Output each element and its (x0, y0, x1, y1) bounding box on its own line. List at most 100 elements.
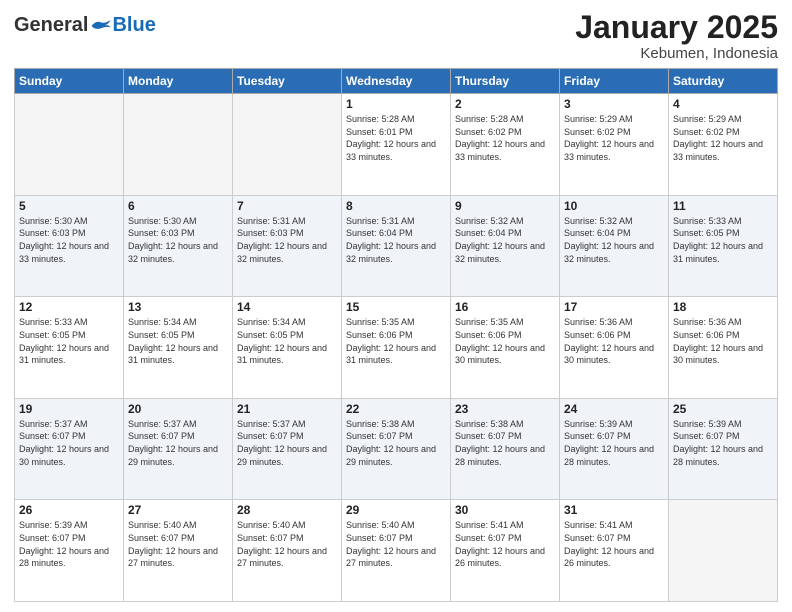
day-number: 8 (346, 199, 446, 213)
day-number: 25 (673, 402, 773, 416)
day-info: Sunrise: 5:34 AMSunset: 6:05 PMDaylight:… (237, 316, 337, 366)
day-info: Sunrise: 5:31 AMSunset: 6:04 PMDaylight:… (346, 215, 446, 265)
day-info: Sunrise: 5:39 AMSunset: 6:07 PMDaylight:… (673, 418, 773, 468)
calendar-cell: 3 Sunrise: 5:29 AMSunset: 6:02 PMDaylight… (560, 94, 669, 196)
col-sunday: Sunday (15, 69, 124, 94)
day-info: Sunrise: 5:29 AMSunset: 6:02 PMDaylight:… (564, 113, 664, 163)
day-number: 3 (564, 97, 664, 111)
logo: General Blue (14, 14, 156, 37)
col-thursday: Thursday (451, 69, 560, 94)
col-saturday: Saturday (669, 69, 778, 94)
day-info: Sunrise: 5:37 AMSunset: 6:07 PMDaylight:… (237, 418, 337, 468)
calendar-row: 5 Sunrise: 5:30 AMSunset: 6:03 PMDaylight… (15, 195, 778, 297)
calendar-cell: 9 Sunrise: 5:32 AMSunset: 6:04 PMDaylight… (451, 195, 560, 297)
logo-blue-text: Blue (112, 14, 155, 37)
day-info: Sunrise: 5:33 AMSunset: 6:05 PMDaylight:… (673, 215, 773, 265)
day-info: Sunrise: 5:31 AMSunset: 6:03 PMDaylight:… (237, 215, 337, 265)
day-number: 12 (19, 300, 119, 314)
day-info: Sunrise: 5:32 AMSunset: 6:04 PMDaylight:… (455, 215, 555, 265)
calendar-title: January 2025 (575, 10, 778, 45)
day-number: 28 (237, 503, 337, 517)
calendar-row: 1 Sunrise: 5:28 AMSunset: 6:01 PMDaylight… (15, 94, 778, 196)
day-number: 1 (346, 97, 446, 111)
day-number: 9 (455, 199, 555, 213)
day-number: 17 (564, 300, 664, 314)
calendar-cell (124, 94, 233, 196)
day-number: 21 (237, 402, 337, 416)
col-wednesday: Wednesday (342, 69, 451, 94)
calendar-cell: 12 Sunrise: 5:33 AMSunset: 6:05 PMDayligh… (15, 297, 124, 399)
day-info: Sunrise: 5:33 AMSunset: 6:05 PMDaylight:… (19, 316, 119, 366)
day-number: 4 (673, 97, 773, 111)
day-info: Sunrise: 5:36 AMSunset: 6:06 PMDaylight:… (673, 316, 773, 366)
day-info: Sunrise: 5:30 AMSunset: 6:03 PMDaylight:… (128, 215, 228, 265)
day-number: 11 (673, 199, 773, 213)
day-number: 19 (19, 402, 119, 416)
calendar-cell: 23 Sunrise: 5:38 AMSunset: 6:07 PMDayligh… (451, 398, 560, 500)
calendar-cell (15, 94, 124, 196)
calendar-row: 26Sunrise: 5:39 AMSunset: 6:07 PMDayligh… (15, 500, 778, 602)
day-info: Sunrise: 5:38 AMSunset: 6:07 PMDaylight:… (346, 418, 446, 468)
calendar-cell: 10 Sunrise: 5:32 AMSunset: 6:04 PMDayligh… (560, 195, 669, 297)
day-info: Sunrise: 5:28 AMSunset: 6:01 PMDaylight:… (346, 113, 446, 163)
day-number: 24 (564, 402, 664, 416)
calendar-cell: 1 Sunrise: 5:28 AMSunset: 6:01 PMDaylight… (342, 94, 451, 196)
calendar-cell: 11 Sunrise: 5:33 AMSunset: 6:05 PMDayligh… (669, 195, 778, 297)
day-info: Sunrise: 5:37 AMSunset: 6:07 PMDaylight:… (19, 418, 119, 468)
day-info: Sunrise: 5:32 AMSunset: 6:04 PMDaylight:… (564, 215, 664, 265)
day-info: Sunrise: 5:36 AMSunset: 6:06 PMDaylight:… (564, 316, 664, 366)
calendar-cell: 28 Sunrise: 5:40 AMSunset: 6:07 PMDayligh… (233, 500, 342, 602)
day-number: 2 (455, 97, 555, 111)
calendar-cell (669, 500, 778, 602)
calendar-cell: 20 Sunrise: 5:37 AMSunset: 6:07 PMDayligh… (124, 398, 233, 500)
calendar-cell: 13Sunrise: 5:34 AMSunset: 6:05 PMDayligh… (124, 297, 233, 399)
day-info: Sunrise: 5:41 AMSunset: 6:07 PMDaylight:… (455, 519, 555, 569)
day-number: 7 (237, 199, 337, 213)
day-number: 15 (346, 300, 446, 314)
calendar-cell: 31 Sunrise: 5:41 AMSunset: 6:07 PMDayligh… (560, 500, 669, 602)
day-number: 10 (564, 199, 664, 213)
logo-bird-icon (90, 17, 112, 35)
day-info: Sunrise: 5:40 AMSunset: 6:07 PMDaylight:… (346, 519, 446, 569)
calendar-cell: 16Sunrise: 5:35 AMSunset: 6:06 PMDayligh… (451, 297, 560, 399)
day-info: Sunrise: 5:38 AMSunset: 6:07 PMDaylight:… (455, 418, 555, 468)
calendar-cell: 19 Sunrise: 5:37 AMSunset: 6:07 PMDayligh… (15, 398, 124, 500)
day-info: Sunrise: 5:40 AMSunset: 6:07 PMDaylight:… (128, 519, 228, 569)
calendar-row: 19 Sunrise: 5:37 AMSunset: 6:07 PMDayligh… (15, 398, 778, 500)
day-number: 31 (564, 503, 664, 517)
calendar-subtitle: Kebumen, Indonesia (575, 45, 778, 62)
calendar-cell: 27 Sunrise: 5:40 AMSunset: 6:07 PMDayligh… (124, 500, 233, 602)
day-info: Sunrise: 5:35 AMSunset: 6:06 PMDaylight:… (346, 316, 446, 366)
day-number: 20 (128, 402, 228, 416)
day-info: Sunrise: 5:37 AMSunset: 6:07 PMDaylight:… (128, 418, 228, 468)
calendar-cell: 2Sunrise: 5:28 AMSunset: 6:02 PMDaylight… (451, 94, 560, 196)
calendar-cell: 4 Sunrise: 5:29 AMSunset: 6:02 PMDaylight… (669, 94, 778, 196)
calendar-cell: 14Sunrise: 5:34 AMSunset: 6:05 PMDayligh… (233, 297, 342, 399)
calendar-cell: 5Sunrise: 5:30 AMSunset: 6:03 PMDaylight… (15, 195, 124, 297)
col-friday: Friday (560, 69, 669, 94)
day-number: 18 (673, 300, 773, 314)
day-info: Sunrise: 5:34 AMSunset: 6:05 PMDaylight:… (128, 316, 228, 366)
day-info: Sunrise: 5:40 AMSunset: 6:07 PMDaylight:… (237, 519, 337, 569)
day-number: 27 (128, 503, 228, 517)
header: General Blue January 2025 Kebumen, Indon… (14, 10, 778, 62)
calendar-cell: 30Sunrise: 5:41 AMSunset: 6:07 PMDayligh… (451, 500, 560, 602)
calendar-cell: 7 Sunrise: 5:31 AMSunset: 6:03 PMDaylight… (233, 195, 342, 297)
day-number: 5 (19, 199, 119, 213)
page: General Blue January 2025 Kebumen, Indon… (0, 0, 792, 612)
calendar-cell: 15 Sunrise: 5:35 AMSunset: 6:06 PMDayligh… (342, 297, 451, 399)
day-info: Sunrise: 5:41 AMSunset: 6:07 PMDaylight:… (564, 519, 664, 569)
calendar-cell: 8 Sunrise: 5:31 AMSunset: 6:04 PMDaylight… (342, 195, 451, 297)
day-number: 6 (128, 199, 228, 213)
col-tuesday: Tuesday (233, 69, 342, 94)
day-number: 23 (455, 402, 555, 416)
calendar-cell: 29Sunrise: 5:40 AMSunset: 6:07 PMDayligh… (342, 500, 451, 602)
calendar-cell: 25 Sunrise: 5:39 AMSunset: 6:07 PMDayligh… (669, 398, 778, 500)
logo-general-text: General (14, 14, 88, 37)
day-info: Sunrise: 5:29 AMSunset: 6:02 PMDaylight:… (673, 113, 773, 163)
day-number: 16 (455, 300, 555, 314)
calendar-cell (233, 94, 342, 196)
calendar-header-row: Sunday Monday Tuesday Wednesday Thursday… (15, 69, 778, 94)
calendar-cell: 26Sunrise: 5:39 AMSunset: 6:07 PMDayligh… (15, 500, 124, 602)
calendar-table: Sunday Monday Tuesday Wednesday Thursday… (14, 68, 778, 602)
